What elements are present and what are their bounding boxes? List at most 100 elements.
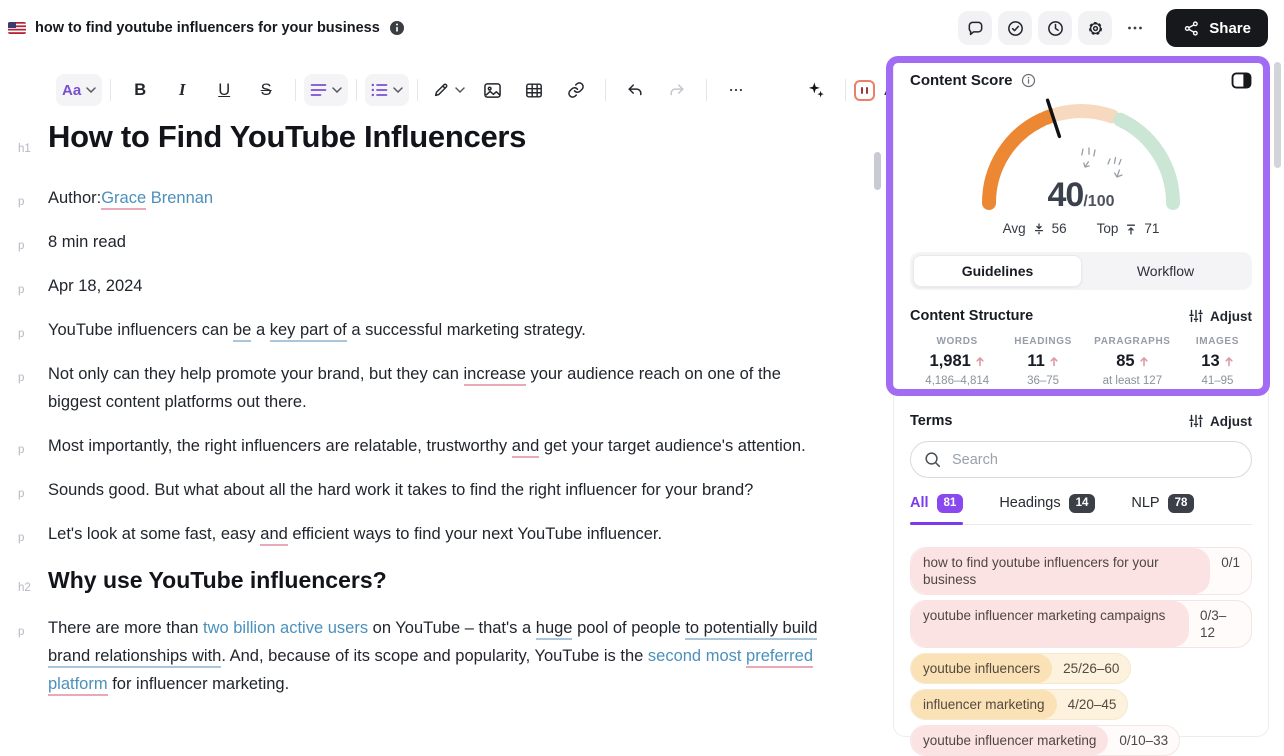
doc-paragraph: p Most importantly, the right influencer… — [48, 432, 823, 460]
share-button[interactable]: Share — [1166, 9, 1268, 47]
term-chip-count: 0/10–33 — [1108, 726, 1179, 755]
term-highlight: and — [260, 525, 288, 546]
bold-glyph: B — [134, 81, 146, 100]
stat-range: at least 127 — [1082, 375, 1183, 387]
term-chip-count: 25/26–60 — [1052, 654, 1130, 683]
doc-paragraph: p There are more than two billion active… — [48, 614, 823, 698]
term-chip-count: 0/1 — [1210, 548, 1251, 594]
text-segment: YouTube influencers can — [48, 321, 233, 339]
text-segment: on YouTube – that's a — [368, 619, 536, 637]
text-segment: There are more than — [48, 619, 203, 637]
block-type-label: p — [18, 524, 42, 552]
doc-heading-2: h2 Why use YouTube influencers? — [48, 564, 823, 596]
share-nodes-icon — [1183, 20, 1200, 37]
more-options-button[interactable] — [1118, 11, 1152, 45]
terms-adjust-button[interactable]: Adjust — [1189, 414, 1252, 429]
doc-paragraph: p Apr 18, 2024 — [48, 272, 823, 300]
external-link[interactable]: two billion active users — [203, 619, 368, 637]
block-type-label: h2 — [18, 572, 42, 604]
structure-adjust-button[interactable]: Adjust — [1189, 309, 1252, 324]
terms-tab-headings[interactable]: Headings 14 — [999, 494, 1095, 524]
terms-tab-nlp[interactable]: NLP 78 — [1131, 494, 1194, 524]
underline-button[interactable]: U — [203, 74, 245, 106]
align-left-icon — [310, 83, 327, 97]
tab-guidelines[interactable]: Guidelines — [913, 255, 1082, 287]
panel-scrollbar[interactable] — [1274, 62, 1281, 168]
text-style-dropdown[interactable]: Aa — [56, 74, 102, 106]
arrow-up-icon — [1139, 356, 1149, 367]
link-icon — [567, 81, 585, 99]
term-chip[interactable]: youtube influencer marketing 0/10–33 — [910, 725, 1180, 756]
author-link[interactable]: Brennan — [146, 189, 213, 207]
text-segment: Not only can they help promote your bran… — [48, 365, 464, 383]
comments-button[interactable] — [958, 11, 992, 45]
term-chip[interactable]: youtube influencer marketing campaigns 0… — [910, 600, 1252, 648]
strikethrough-button[interactable]: S — [245, 74, 287, 106]
doc-paragraph: p Not only can they help promote your br… — [48, 360, 823, 416]
stat-label: HEADINGS — [1004, 336, 1081, 347]
terms-filter-tabs: All 81 Headings 14 NLP 78 — [910, 494, 1252, 525]
content-structure-stats: WORDS 1,981 4,186–4,814 HEADINGS 11 36–7… — [910, 336, 1252, 387]
alignment-dropdown[interactable] — [304, 74, 348, 106]
avg-score: Avg 56 — [1003, 221, 1067, 236]
stat-headings: HEADINGS 11 36–75 — [1004, 336, 1081, 387]
term-chip[interactable]: youtube influencers 25/26–60 — [910, 653, 1131, 684]
tasks-button[interactable] — [998, 11, 1032, 45]
undo-button[interactable] — [614, 74, 656, 106]
term-chip-label: influencer marketing — [911, 690, 1057, 719]
highlight-pen-dropdown[interactable] — [426, 74, 471, 106]
content-structure-title: Content Structure — [910, 308, 1033, 324]
italic-button[interactable]: I — [161, 74, 203, 106]
text-segment: efficient ways to find your next YouTube… — [288, 525, 662, 543]
list-dropdown[interactable] — [365, 74, 409, 106]
terms-search[interactable] — [910, 441, 1252, 478]
search-input[interactable] — [950, 451, 1238, 469]
stat-value: 1,981 — [930, 352, 971, 371]
tab-workflow[interactable]: Workflow — [1082, 255, 1249, 287]
bold-button[interactable]: B — [119, 74, 161, 106]
term-chip[interactable]: how to find youtube influencers for your… — [910, 547, 1252, 595]
stat-value: 13 — [1201, 352, 1219, 371]
italic-glyph: I — [179, 80, 185, 100]
text-segment: . And, because of its scope and populari… — [221, 647, 648, 665]
info-icon[interactable] — [1021, 73, 1036, 88]
redo-icon — [668, 82, 686, 98]
settings-gear-button[interactable] — [1078, 11, 1112, 45]
insert-link-button[interactable] — [555, 74, 597, 106]
content-score-title: Content Score — [910, 72, 1013, 89]
insert-image-button[interactable] — [471, 74, 513, 106]
insert-table-button[interactable] — [513, 74, 555, 106]
terms-title: Terms — [910, 413, 952, 429]
author-link[interactable]: Grace — [101, 189, 146, 210]
arrow-down-to-bar-icon — [1033, 223, 1045, 235]
history-button[interactable] — [1038, 11, 1072, 45]
content-score-value: 40 — [1048, 176, 1084, 214]
text-segment: for influencer marketing. — [108, 675, 290, 693]
term-chip-label: how to find youtube influencers for your… — [911, 548, 1210, 594]
terms-tab-all[interactable]: All 81 — [910, 494, 963, 524]
ai-sparkles-button[interactable] — [795, 74, 837, 106]
collapse-panel-icon[interactable] — [1231, 72, 1252, 89]
pen-icon — [432, 81, 450, 99]
block-type-label: p — [18, 436, 42, 464]
external-link[interactable]: second most — [648, 647, 746, 665]
text-segment: 8 min read — [48, 233, 126, 251]
document-editor[interactable]: h1 How to Find YouTube Influencers p Aut… — [48, 116, 823, 714]
term-chip-count: 0/3–12 — [1189, 601, 1251, 647]
editor-scrollbar[interactable] — [874, 152, 881, 190]
share-label: Share — [1209, 20, 1251, 37]
avg-value: 56 — [1052, 221, 1067, 236]
doc-paragraph: p 8 min read — [48, 228, 823, 256]
terms-chip-list: how to find youtube influencers for your… — [910, 547, 1252, 756]
toolbar-more-button[interactable] — [715, 74, 757, 106]
stat-paragraphs: PARAGRAPHS 85 at least 127 — [1082, 336, 1183, 387]
term-chip[interactable]: influencer marketing 4/20–45 — [910, 689, 1128, 720]
top-value: 71 — [1144, 221, 1159, 236]
info-icon[interactable] — [389, 20, 405, 36]
arrow-up-icon — [1224, 356, 1234, 367]
arrow-up-icon — [975, 356, 985, 367]
redo-button[interactable] — [656, 74, 698, 106]
adjust-label: Adjust — [1210, 414, 1252, 429]
content-score-max: /100 — [1083, 193, 1114, 210]
block-type-label: p — [18, 320, 42, 348]
